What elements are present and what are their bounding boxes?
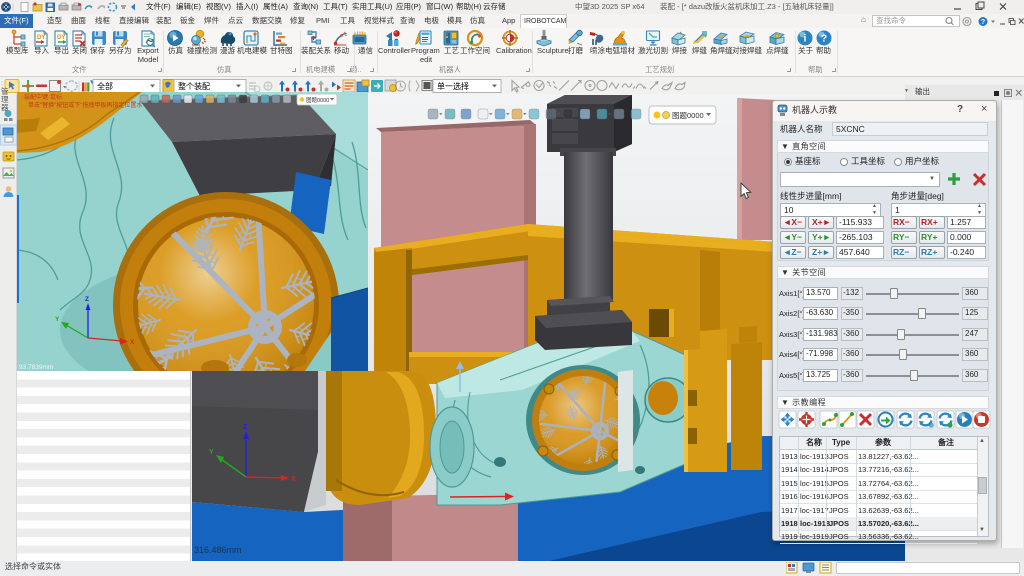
svg-text:i: i xyxy=(804,34,807,45)
svg-text:单击"替换"按钮或下"拖拽甲板再指定位置水: 单击"替换"按钮或下"拖拽甲板再指定位置水 xyxy=(28,101,142,109)
svg-text:X: X xyxy=(130,339,135,346)
svg-text:Y: Y xyxy=(55,316,60,323)
svg-text:整个装配: 整个装配 xyxy=(178,81,210,91)
svg-text:DY: DY xyxy=(37,35,45,41)
svg-text:·装配中键·鼠标: ·装配中键·鼠标 xyxy=(22,93,62,101)
svg-text:?: ? xyxy=(981,19,985,26)
svg-text:X: X xyxy=(291,476,296,483)
svg-text:图题0000: 图题0000 xyxy=(672,111,704,120)
svg-text:93.7839mm: 93.7839mm xyxy=(19,364,53,371)
svg-text:图题0000: 图题0000 xyxy=(306,96,329,104)
svg-text:Z: Z xyxy=(85,296,89,303)
svg-text:Y: Y xyxy=(209,449,214,456)
svg-text:Z: Z xyxy=(243,424,248,431)
svg-text:DY: DY xyxy=(57,35,65,41)
svg-text:?: ? xyxy=(821,34,827,45)
svg-text:316.486mm: 316.486mm xyxy=(194,545,242,555)
svg-text:单一选择: 单一选择 xyxy=(437,81,469,91)
svg-text:全部: 全部 xyxy=(97,81,113,91)
